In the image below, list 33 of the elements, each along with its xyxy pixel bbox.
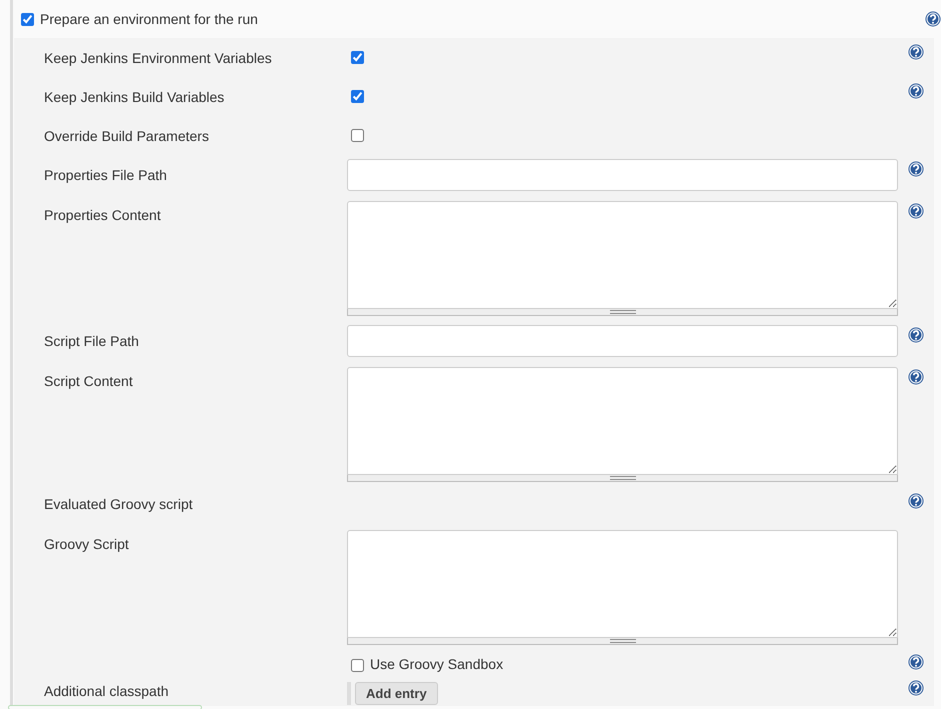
checkbox[interactable] [351,90,364,103]
checkbox[interactable] [351,659,364,672]
checkbox[interactable] [351,51,364,64]
help-icon[interactable] [908,654,924,670]
field-label: Keep Jenkins Environment Variables [44,50,272,66]
field-label: Properties File Path [44,167,167,183]
option-label: Use Groovy Sandbox [370,656,504,672]
field-label: Additional classpath [44,683,169,699]
help-icon[interactable] [908,44,924,60]
field-label: Evaluated Groovy script [44,496,193,512]
field-label: Override Build Parameters [44,128,209,144]
input-field[interactable] [347,159,898,191]
resize-handle[interactable] [347,475,898,482]
field-label: Groovy Script [44,536,129,552]
field-label: Keep Jenkins Build Variables [44,88,224,104]
help-icon[interactable] [908,369,924,385]
help-icon[interactable] [908,203,924,219]
help-icon[interactable] [908,493,924,509]
checkbox[interactable] [21,12,34,26]
field-label: Script Content [44,373,133,389]
section-label: Prepare an environment for the run [40,11,258,27]
checkbox[interactable] [351,129,364,142]
input-field[interactable] [347,325,898,357]
field-label: Script File Path [44,333,139,349]
help-icon[interactable] [908,83,924,99]
field-label: Properties Content [44,207,161,223]
add-entry-button[interactable]: Add entry [355,682,438,704]
resize-handle[interactable] [347,309,898,316]
resize-handle[interactable] [347,638,898,645]
help-icon[interactable] [908,161,924,177]
help-icon[interactable] [908,327,924,343]
help-icon[interactable] [925,11,941,27]
help-icon[interactable] [908,680,924,696]
